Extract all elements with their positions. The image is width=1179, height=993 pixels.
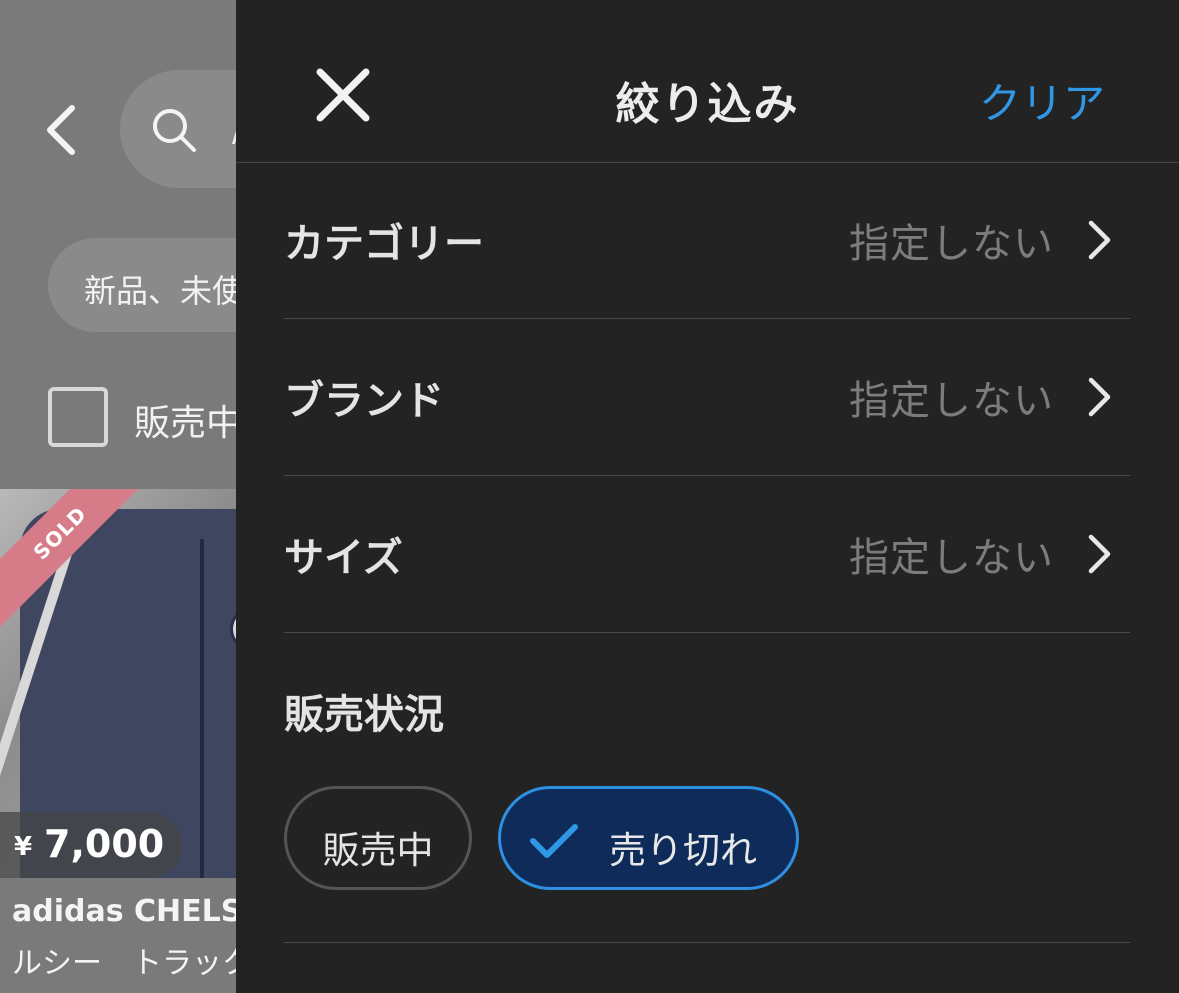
background-search-page: / 新品、未使 販売中 SOLD ¥ 7,000 adidas CHELS ルシ… xyxy=(0,0,236,993)
filter-value: 指定しない xyxy=(849,535,1054,581)
filter-row-category[interactable]: カテゴリー 指定しない xyxy=(284,162,1130,319)
back-arrow-icon[interactable] xyxy=(40,102,88,158)
condition-chip[interactable]: 新品、未使 xyxy=(48,238,236,332)
filter-label: サイズ xyxy=(284,535,403,581)
filter-drawer: 絞り込み クリア カテゴリー 指定しない ブランド 指定しない サイズ 指定しな… xyxy=(236,0,1179,993)
filter-value: 指定しない xyxy=(849,221,1054,267)
condition-chip-label: 新品、未使 xyxy=(84,272,236,310)
on-sale-checkbox-label: 販売中 xyxy=(134,403,236,444)
filter-value: 指定しない xyxy=(849,378,1054,424)
on-sale-checkbox[interactable] xyxy=(48,387,108,447)
clear-button[interactable]: クリア xyxy=(979,70,1105,131)
filter-row-brand[interactable]: ブランド 指定しない xyxy=(284,319,1130,476)
chevron-right-icon xyxy=(1088,220,1111,260)
chevron-right-icon xyxy=(1088,534,1111,574)
filter-label: カテゴリー xyxy=(284,221,484,267)
status-option-sold-out[interactable]: 売り切れ xyxy=(498,786,799,890)
product-title-line1[interactable]: adidas CHELS xyxy=(12,894,236,929)
sales-status-title: 販売状況 xyxy=(284,692,444,738)
status-option-label: 売り切れ xyxy=(609,829,757,872)
status-option-label: 販売中 xyxy=(322,829,434,872)
chevron-right-icon xyxy=(1088,377,1111,417)
price-tag: ¥ 7,000 xyxy=(0,812,182,878)
currency-symbol: ¥ xyxy=(14,832,33,862)
filter-row-size[interactable]: サイズ 指定しない xyxy=(284,476,1130,633)
search-bar[interactable]: / xyxy=(120,70,236,188)
price-amount: 7,000 xyxy=(44,822,165,866)
drawer-header: 絞り込み クリア xyxy=(236,0,1179,163)
search-icon xyxy=(153,109,196,152)
check-icon xyxy=(530,824,578,858)
product-title-line2[interactable]: ルシー トラック xyxy=(12,938,236,982)
divider xyxy=(284,942,1130,943)
status-option-on-sale[interactable]: 販売中 xyxy=(284,786,472,890)
filter-label: ブランド xyxy=(284,378,444,424)
